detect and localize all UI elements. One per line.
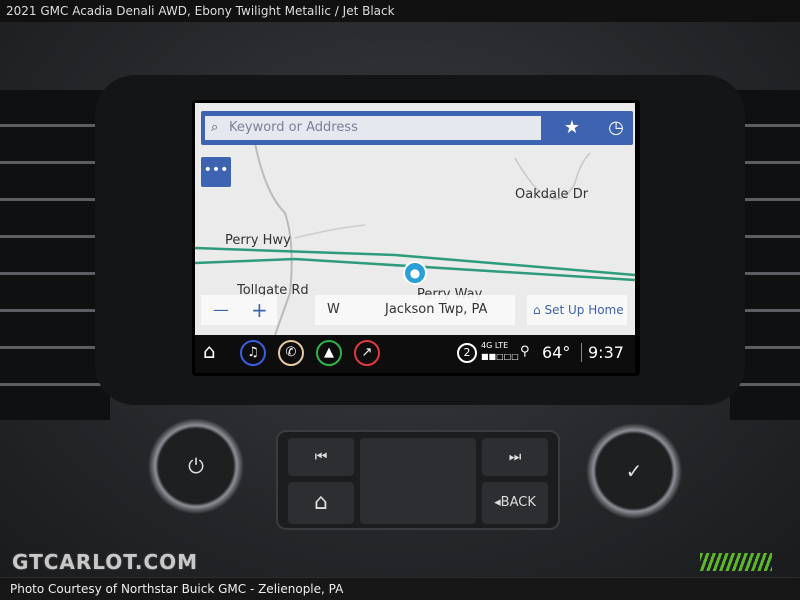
temperature: 64° bbox=[542, 343, 571, 362]
back-button[interactable]: ◂BACK bbox=[482, 482, 548, 524]
location-bar[interactable]: W Jackson Twp, PA bbox=[315, 295, 515, 325]
infotainment-screen: ⌕ Keyword or Address ★ ◷ ••• Oakdale Dr P… bbox=[192, 100, 640, 376]
home-hard-button[interactable]: ⌂ bbox=[288, 482, 354, 524]
photo-credit: Photo Courtesy of Northstar Buick GMC - … bbox=[0, 578, 800, 600]
next-track-button[interactable]: ⏭ bbox=[482, 438, 548, 476]
onstar-app-button[interactable]: ↗ bbox=[354, 340, 380, 366]
network-type: 4G LTE bbox=[481, 341, 509, 350]
center-button[interactable] bbox=[360, 438, 476, 524]
star-icon[interactable]: ★ bbox=[557, 114, 587, 142]
compass-heading: W bbox=[327, 302, 340, 317]
phone-app-button[interactable]: ✆ bbox=[278, 340, 304, 366]
current-location: Jackson Twp, PA bbox=[385, 302, 488, 317]
street-label: Oakdale Dr bbox=[515, 187, 589, 202]
home-icon: ⌂ bbox=[533, 303, 541, 317]
previous-track-button[interactable]: ⏮ bbox=[288, 438, 354, 476]
set-up-home-label: Set Up Home bbox=[544, 303, 624, 317]
signal-strength: ■■□□□ bbox=[481, 352, 519, 361]
clock: 9:37 bbox=[581, 343, 624, 362]
zoom-out-button[interactable]: — bbox=[213, 295, 229, 325]
zoom-in-button[interactable]: + bbox=[251, 295, 268, 325]
street-label: Perry Hwy bbox=[225, 233, 291, 248]
status-bar: ⌂ ♫ ✆ ▲ ↗ 2 4G LTE ■■□□□ ⚲ 64° 9:37 bbox=[195, 335, 635, 373]
watermark: GTCARLOT.COM bbox=[12, 550, 199, 574]
search-placeholder: Keyword or Address bbox=[229, 120, 358, 135]
navigation-app-button[interactable]: ▲ bbox=[316, 340, 342, 366]
power-volume-knob[interactable]: ⏻ bbox=[148, 418, 244, 514]
control-panel: ⏮ ⌂ ⏭ ◂BACK bbox=[276, 430, 560, 530]
search-bar: ⌕ Keyword or Address ★ ◷ bbox=[201, 111, 633, 145]
gtcarlot-logo bbox=[700, 553, 772, 571]
photo-title: 2021 GMC Acadia Denali AWD, Ebony Twilig… bbox=[0, 0, 800, 22]
left-air-vent bbox=[0, 90, 110, 420]
clock-icon[interactable]: ◷ bbox=[601, 114, 631, 142]
search-icon: ⌕ bbox=[211, 120, 219, 135]
more-options-button[interactable]: ••• bbox=[201, 157, 231, 187]
zoom-controls: — + bbox=[201, 295, 277, 325]
location-pin-icon: ⚲ bbox=[520, 344, 530, 359]
search-input[interactable]: ⌕ Keyword or Address bbox=[205, 116, 541, 140]
audio-app-button[interactable]: ♫ bbox=[240, 340, 266, 366]
set-up-home-button[interactable]: ⌂ Set Up Home bbox=[527, 295, 627, 325]
notification-count[interactable]: 2 bbox=[457, 343, 477, 363]
map-view[interactable]: ⌕ Keyword or Address ★ ◷ ••• Oakdale Dr P… bbox=[195, 103, 635, 335]
vehicle-position-icon: ● bbox=[403, 261, 427, 285]
home-button[interactable]: ⌂ bbox=[203, 339, 216, 363]
select-knob[interactable]: ✓ bbox=[586, 423, 682, 519]
